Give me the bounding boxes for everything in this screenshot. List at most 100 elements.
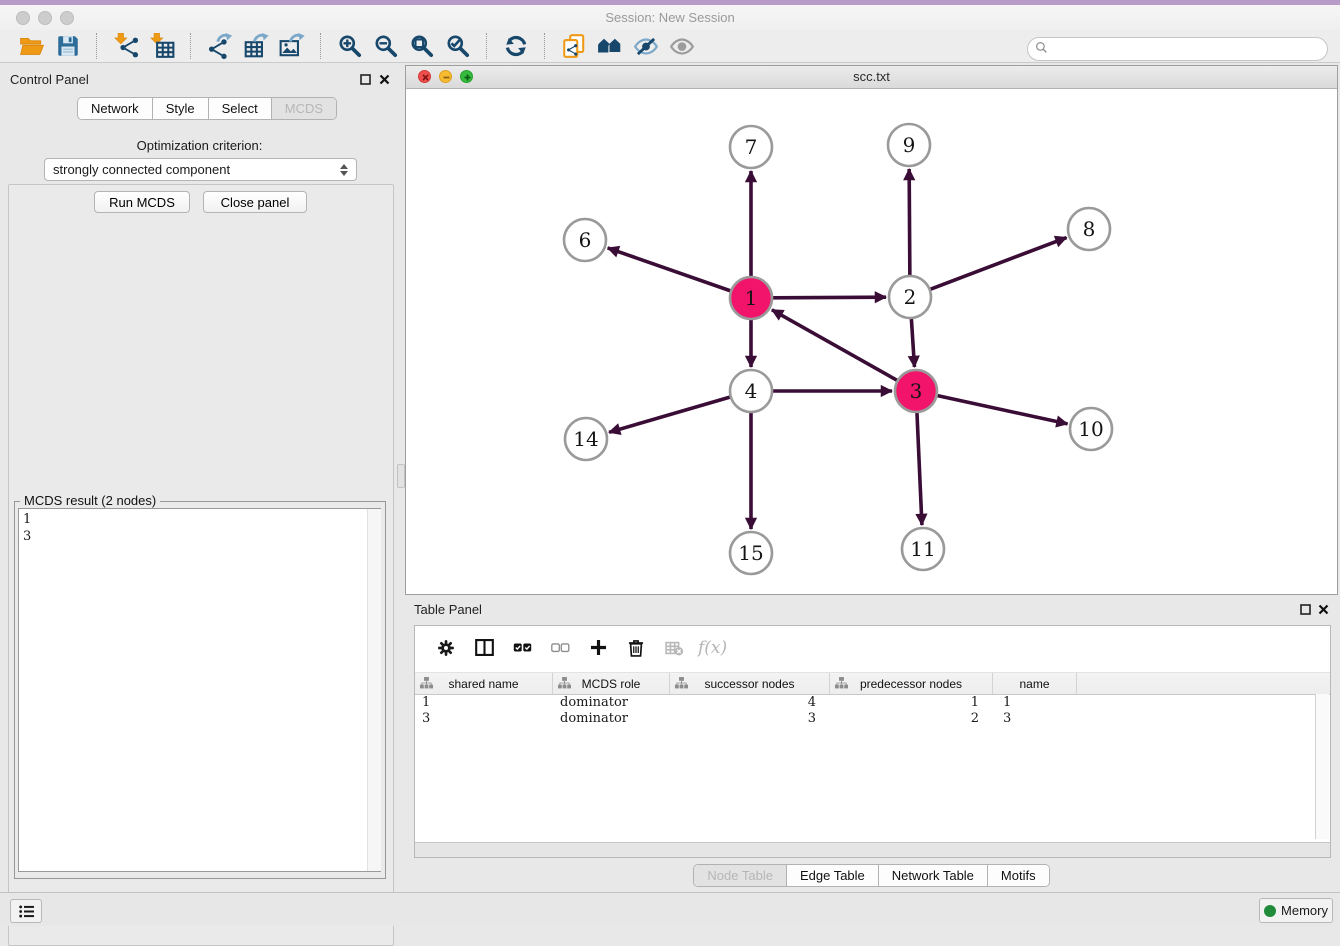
task-history-button[interactable] <box>10 899 42 923</box>
add-column-button[interactable] <box>579 633 617 665</box>
import-table-button[interactable] <box>144 32 180 60</box>
zoom-in-button[interactable] <box>332 32 368 60</box>
export-network-button[interactable] <box>202 32 238 60</box>
application-window: { "window": { "title": "Session: New Ses… <box>0 0 1340 926</box>
edge-1-2[interactable] <box>773 297 886 298</box>
svg-text:f(x): f(x) <box>697 638 727 658</box>
split-panel-button[interactable] <box>465 633 503 665</box>
graph-node-label: 8 <box>1083 217 1096 241</box>
duplicate-network-button[interactable] <box>556 32 592 60</box>
table-header-row: shared name MCDS role successor nodes prede… <box>415 673 1330 695</box>
column-header-label: MCDS role <box>582 677 641 691</box>
show-columns-button[interactable] <box>503 633 541 665</box>
memory-button[interactable]: Memory <box>1259 898 1333 923</box>
criterion-dropdown[interactable]: strongly connected component <box>44 158 357 181</box>
graph-node-label: 2 <box>904 285 917 309</box>
edge-4-14[interactable] <box>609 397 730 432</box>
table-tab-network-table[interactable]: Network Table <box>878 865 987 886</box>
table-tab-edge-table[interactable]: Edge Table <box>786 865 878 886</box>
export-image-button[interactable] <box>274 32 310 60</box>
close-window-icon[interactable] <box>16 11 30 25</box>
float-panel-icon[interactable] <box>360 73 371 88</box>
zoom-out-icon <box>373 33 399 59</box>
zoom-fit-button[interactable] <box>404 32 440 60</box>
table-tab-node-table[interactable]: Node Table <box>694 865 786 886</box>
org-chart-icon <box>558 677 571 692</box>
show-all-button[interactable] <box>664 32 700 60</box>
import-network-button[interactable] <box>108 32 144 60</box>
refresh-layout-button[interactable] <box>498 32 534 60</box>
column-split-icon <box>474 637 495 661</box>
network-minimize-icon[interactable] <box>439 70 452 83</box>
zoom-selected-button[interactable] <box>440 32 476 60</box>
column-header-predecessor-nodes[interactable]: predecessor nodes <box>830 673 993 694</box>
table-bottom-strip <box>415 842 1330 857</box>
tab-mcds[interactable]: MCDS <box>271 98 336 119</box>
close-panel-button[interactable]: Close panel <box>203 191 307 213</box>
edge-3-11[interactable] <box>917 413 922 525</box>
edge-3-1[interactable] <box>772 310 897 380</box>
table-cell: 3 <box>993 711 1077 727</box>
gear-icon <box>436 638 456 661</box>
edge-1-6[interactable] <box>608 248 731 291</box>
table-cell: 1 <box>830 695 993 711</box>
close-panel-icon[interactable] <box>379 73 390 88</box>
export-table-button[interactable] <box>238 32 274 60</box>
minimize-window-icon[interactable] <box>38 11 52 25</box>
column-header-label: successor nodes <box>704 677 794 691</box>
toolbar-group <box>490 33 542 59</box>
edge-2-3[interactable] <box>911 319 914 367</box>
zoom-window-icon[interactable] <box>60 11 74 25</box>
table-row[interactable]: 1dominator411 <box>415 695 1330 711</box>
column-header-name[interactable]: name <box>993 673 1077 694</box>
traffic-lights[interactable] <box>16 11 82 28</box>
delete-columns-button[interactable] <box>617 633 655 665</box>
divider-grip-vertical[interactable] <box>397 464 405 488</box>
network-graph-canvas[interactable]: 7968124314101511 <box>406 89 1337 595</box>
column-header-shared-name[interactable]: shared name <box>415 673 553 694</box>
result-scrollbar[interactable] <box>367 509 381 871</box>
search-box[interactable] <box>1027 37 1328 61</box>
zoom-fit-icon <box>409 33 435 59</box>
close-table-panel-icon[interactable] <box>1318 603 1329 618</box>
edge-2-8[interactable] <box>931 238 1067 290</box>
node-table-container: f(x) shared name MCDS role successor nodes… <box>414 625 1331 858</box>
edge-3-10[interactable] <box>937 396 1067 424</box>
list-icon <box>18 904 35 919</box>
hide-columns-button[interactable] <box>541 633 579 665</box>
open-session-button[interactable] <box>14 32 50 60</box>
org-chart-icon <box>675 677 688 692</box>
float-table-panel-icon[interactable] <box>1300 603 1311 618</box>
duplicate-network-icon <box>561 33 587 59</box>
network-close-icon[interactable] <box>418 70 431 83</box>
hide-selected-button[interactable] <box>628 32 664 60</box>
mcds-result-list[interactable]: 13 <box>18 508 381 872</box>
tab-select[interactable]: Select <box>208 98 271 119</box>
function-builder-button: f(x) <box>693 633 731 665</box>
run-mcds-button[interactable]: Run MCDS <box>94 191 190 213</box>
tab-style[interactable]: Style <box>152 98 208 119</box>
toolbar-group <box>194 33 318 59</box>
table-tab-motifs[interactable]: Motifs <box>987 865 1049 886</box>
network-maximize-icon[interactable] <box>460 70 473 83</box>
column-header-MCDS-role[interactable]: MCDS role <box>553 673 670 694</box>
column-header-label: name <box>1019 677 1049 691</box>
export-network-icon <box>207 33 233 59</box>
toolbar-group <box>6 33 94 59</box>
table-cell: 3 <box>670 711 830 727</box>
column-header-successor-nodes[interactable]: successor nodes <box>670 673 830 694</box>
network-title: scc.txt <box>406 66 1337 88</box>
edge-2-9[interactable] <box>909 169 910 275</box>
table-scrollbar[interactable] <box>1315 694 1329 839</box>
uncheck-pair-icon <box>551 638 570 660</box>
zoom-out-button[interactable] <box>368 32 404 60</box>
first-neighbors-button[interactable] <box>592 32 628 60</box>
table-row[interactable]: 3dominator323 <box>415 711 1330 727</box>
save-session-button[interactable] <box>50 32 86 60</box>
tab-network[interactable]: Network <box>78 98 152 119</box>
eye-icon <box>669 33 695 59</box>
table-settings-button[interactable] <box>427 633 465 665</box>
search-input[interactable] <box>1052 39 1327 59</box>
mcds-result-title: MCDS result (2 nodes) <box>20 493 160 508</box>
table-cell: 3 <box>415 711 553 727</box>
